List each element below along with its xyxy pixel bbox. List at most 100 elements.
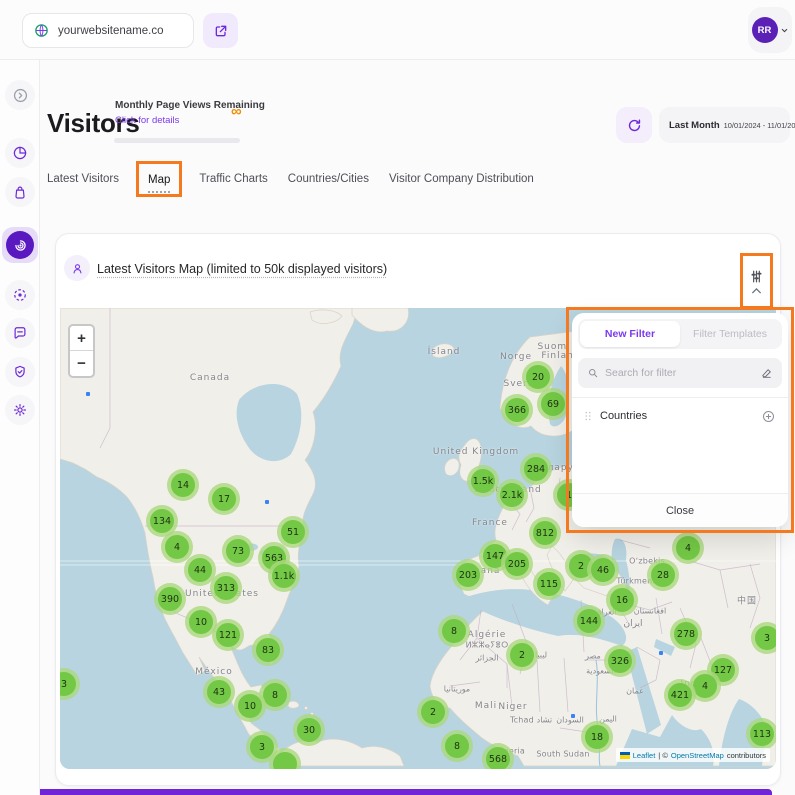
cluster-count: 43 bbox=[207, 680, 231, 704]
map-cluster-marker[interactable]: 205 bbox=[501, 548, 533, 580]
openstreetmap-link[interactable]: OpenStreetMap bbox=[671, 751, 724, 760]
map-cluster-marker[interactable]: 366 bbox=[501, 394, 533, 426]
website-name: yourwebsitename.co bbox=[58, 25, 163, 37]
cluster-count: 2 bbox=[421, 700, 445, 724]
date-range-value: 10/01/2024 - 11/01/2024 bbox=[724, 121, 795, 130]
map-cluster-marker[interactable]: 2 bbox=[506, 639, 538, 671]
cluster-count: 421 bbox=[668, 683, 692, 707]
cluster-count: 8 bbox=[263, 683, 287, 707]
map-cluster-marker[interactable]: 30 bbox=[293, 714, 325, 746]
map-cluster-marker[interactable]: 113 bbox=[746, 718, 776, 750]
filter-search-input[interactable] bbox=[605, 367, 754, 379]
map-cluster-marker[interactable]: 17 bbox=[208, 483, 240, 515]
map-cluster-marker[interactable]: 313 bbox=[210, 572, 242, 604]
map-point-marker[interactable] bbox=[659, 651, 663, 655]
zoom-out-button[interactable]: − bbox=[70, 351, 93, 376]
map-cluster-marker[interactable]: 2 bbox=[417, 696, 449, 728]
map-cluster-marker[interactable]: 18 bbox=[581, 721, 613, 753]
map-cluster-marker[interactable]: 1.1k bbox=[268, 560, 300, 592]
sidebar-item-security[interactable] bbox=[5, 357, 35, 387]
map-cluster-marker[interactable]: 278 bbox=[670, 618, 702, 650]
page-views-value: ∞ bbox=[231, 103, 242, 120]
tab-countries-cities[interactable]: Countries/Cities bbox=[288, 173, 369, 185]
chevron-down-icon bbox=[780, 26, 789, 35]
search-icon bbox=[587, 367, 599, 379]
map-cluster-marker[interactable]: 43 bbox=[203, 676, 235, 708]
map-cluster-marker[interactable]: 1.5k bbox=[467, 465, 499, 497]
map-cluster-marker[interactable]: 14 bbox=[167, 469, 199, 501]
map-cluster-marker[interactable]: 284 bbox=[520, 453, 552, 485]
website-selector[interactable]: yourwebsitename.co bbox=[22, 13, 194, 48]
cluster-count: 568 bbox=[486, 747, 510, 769]
sidebar-item-settings[interactable] bbox=[5, 395, 35, 425]
tab-new-filter[interactable]: New Filter bbox=[580, 321, 680, 347]
tab-map[interactable]: Map bbox=[148, 174, 170, 193]
map-cluster-marker[interactable]: 203 bbox=[452, 559, 484, 591]
map-place-label: Tchad تشاد bbox=[510, 716, 552, 725]
refresh-button[interactable] bbox=[616, 107, 652, 143]
cluster-count: 1.1k bbox=[272, 564, 296, 588]
cluster-count: 113 bbox=[750, 722, 774, 746]
map-cluster-marker[interactable]: 326 bbox=[604, 645, 636, 677]
cluster-count: 18 bbox=[585, 725, 609, 749]
map-cluster-marker[interactable]: 812 bbox=[529, 517, 561, 549]
filter-item-countries[interactable]: Countries bbox=[578, 398, 782, 434]
tab-visitor-company-distribution[interactable]: Visitor Company Distribution bbox=[389, 173, 534, 185]
tab-traffic-charts[interactable]: Traffic Charts bbox=[199, 173, 267, 185]
map-cluster-marker[interactable]: 3 bbox=[751, 622, 776, 654]
map-point-marker[interactable] bbox=[265, 500, 269, 504]
filter-panel-tabs: New Filter Filter Templates bbox=[578, 319, 782, 349]
sidebar-item-goals[interactable] bbox=[5, 280, 35, 310]
map-cluster-marker[interactable]: 2.1k bbox=[496, 479, 528, 511]
collapse-arrow-icon bbox=[11, 86, 30, 105]
cluster-count: 8 bbox=[442, 619, 466, 643]
map-cluster-marker[interactable]: 16 bbox=[606, 584, 638, 616]
person-pin-icon bbox=[70, 261, 85, 276]
leaflet-link[interactable]: Leaflet bbox=[633, 751, 656, 760]
sidebar-item-chat[interactable] bbox=[5, 318, 35, 348]
map-cluster-marker[interactable]: 8 bbox=[438, 615, 470, 647]
map-cluster-marker[interactable]: 115 bbox=[533, 568, 565, 600]
cluster-count: 326 bbox=[608, 649, 632, 673]
sidebar-item-visitors-active[interactable] bbox=[2, 227, 38, 263]
tab-filter-templates[interactable]: Filter Templates bbox=[680, 321, 780, 347]
filter-sliders-icon[interactable] bbox=[748, 268, 765, 285]
refresh-icon bbox=[626, 117, 643, 134]
page-views-details-link[interactable]: Click for details bbox=[115, 115, 179, 126]
map-cluster-marker[interactable]: 46 bbox=[587, 554, 619, 586]
map-point-marker[interactable] bbox=[571, 714, 575, 718]
map-cluster-marker[interactable]: 568 bbox=[482, 743, 514, 769]
cluster-count: 8 bbox=[445, 734, 469, 758]
map-cluster-marker[interactable]: 421 bbox=[664, 679, 696, 711]
map-cluster-marker[interactable]: 73 bbox=[222, 535, 254, 567]
map-point-marker[interactable] bbox=[86, 392, 90, 396]
chevron-up-icon[interactable] bbox=[750, 286, 763, 295]
map-cluster-marker[interactable]: 10 bbox=[234, 690, 266, 722]
sidebar-item-analytics[interactable] bbox=[5, 138, 35, 168]
date-range-picker[interactable]: Last Month 10/01/2024 - 11/01/2024 bbox=[659, 107, 790, 143]
map-cluster-marker[interactable]: 69 bbox=[537, 388, 569, 420]
attribution-separator: | © bbox=[658, 751, 668, 760]
cluster-count: 812 bbox=[533, 521, 557, 545]
zoom-in-button[interactable]: + bbox=[70, 326, 93, 351]
map-place-label: ایران bbox=[623, 619, 642, 629]
drag-handle-icon[interactable] bbox=[584, 410, 592, 422]
map-cluster-marker[interactable]: 83 bbox=[252, 634, 284, 666]
tab-latest-visitors[interactable]: Latest Visitors bbox=[47, 173, 119, 185]
map-cluster-marker[interactable]: 28 bbox=[647, 559, 679, 591]
sidebar-item-orders[interactable] bbox=[5, 177, 35, 207]
close-button[interactable]: Close bbox=[666, 505, 694, 517]
open-website-button[interactable] bbox=[203, 13, 238, 48]
user-menu[interactable]: RR bbox=[748, 7, 792, 53]
map-cluster-marker[interactable]: 8 bbox=[441, 730, 473, 762]
sidebar-collapse-toggle[interactable] bbox=[5, 80, 35, 110]
map-cluster-marker[interactable]: 4 bbox=[672, 532, 704, 564]
pie-chart-icon bbox=[11, 144, 29, 162]
map-cluster-marker[interactable]: 144 bbox=[573, 605, 605, 637]
add-filter-icon[interactable] bbox=[761, 409, 776, 424]
cluster-count: 14 bbox=[171, 473, 195, 497]
map-cluster-marker[interactable]: 390 bbox=[154, 583, 186, 615]
clear-search-icon[interactable] bbox=[760, 367, 773, 380]
cluster-count: 46 bbox=[591, 558, 615, 582]
map-cluster-marker[interactable]: 121 bbox=[212, 619, 244, 651]
